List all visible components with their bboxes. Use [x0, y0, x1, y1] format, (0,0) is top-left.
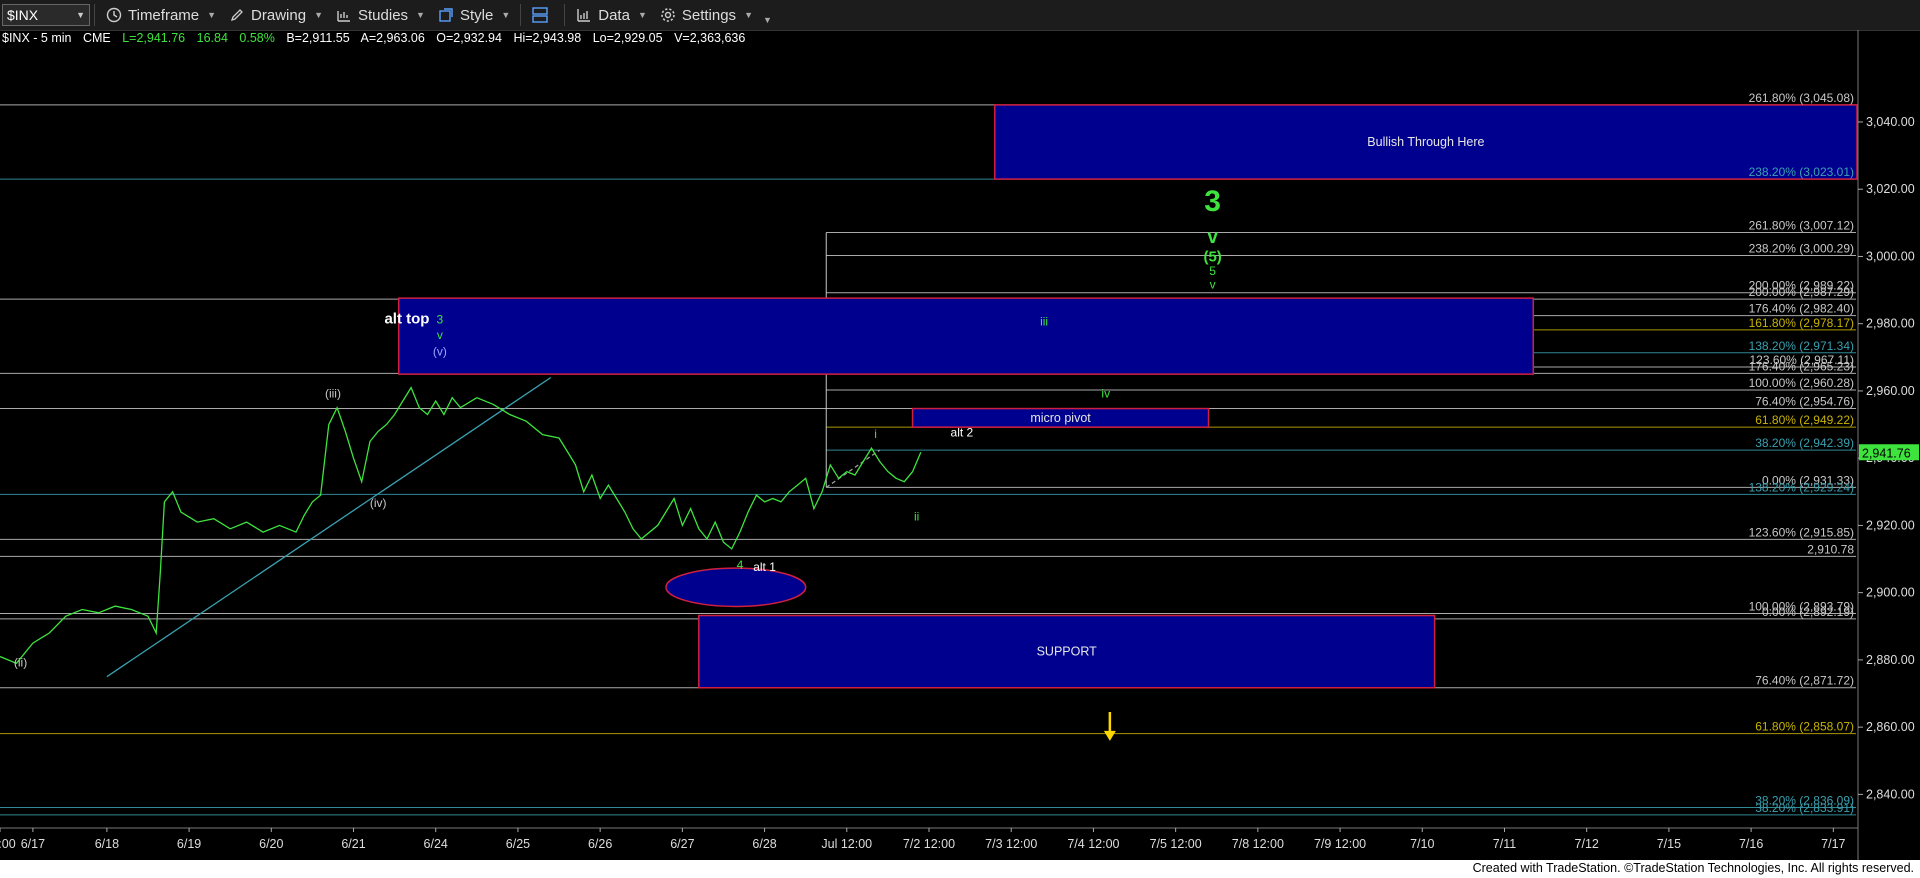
fib-level-label: 61.80% (2,858.07) [1755, 720, 1854, 734]
x-tick-label: 6/26 [588, 837, 612, 851]
target-zone [397, 297, 1535, 375]
wave-annotation: (5) [1203, 248, 1221, 265]
wave-annotation: 3 [1204, 185, 1221, 218]
x-tick-label: 7/10 [1410, 837, 1434, 851]
wave-annotation: v [1210, 277, 1216, 291]
fib-level-label: 76.40% (2,871.72) [1755, 674, 1854, 688]
y-tick-label: 3,000.00 [1866, 249, 1915, 263]
x-tick-label: 6/27 [670, 837, 694, 851]
fib-level-label: 176.40% (2,965.23) [1749, 359, 1854, 373]
zone-label: Bullish Through Here [1367, 135, 1484, 149]
zone-label: micro pivot [1030, 411, 1091, 425]
wave-annotation: i [874, 427, 877, 441]
x-tick-label: 6/18 [95, 837, 119, 851]
wave-annotation: iv [1101, 387, 1110, 401]
fib-level-label: 238.20% (3,023.01) [1749, 165, 1854, 179]
fib-level-label: 0.00% (2,892.19) [1762, 605, 1854, 619]
x-tick-label: 7/4 12:00 [1067, 837, 1119, 851]
x-tick-label: 6/17 [21, 837, 45, 851]
wave-annotation: 4 [737, 558, 744, 572]
wave-annotation: (iv) [370, 496, 387, 510]
x-tick-label: 6/25 [506, 837, 530, 851]
fib-level-label: 261.80% (3,045.08) [1749, 91, 1854, 105]
price-tag-label: 2,941.76 [1862, 446, 1911, 460]
wave-annotation: v [437, 328, 443, 342]
fib-level-label: 100.00% (2,960.28) [1749, 376, 1854, 390]
wave-annotation: 5 [1209, 264, 1216, 278]
y-tick-label: 2,900.00 [1866, 586, 1915, 600]
x-tick-label: 7/12 [1575, 837, 1599, 851]
y-tick-label: 2,840.00 [1866, 787, 1915, 801]
footer: Created with TradeStation. ©TradeStation… [0, 860, 1920, 878]
y-tick-label: 2,960.00 [1866, 384, 1915, 398]
fib-level-label: 238.20% (3,000.29) [1749, 241, 1854, 255]
zone-label: SUPPORT [1037, 645, 1098, 659]
x-tick-label: 7/16 [1739, 837, 1763, 851]
x-tick-label: 6/19 [177, 837, 201, 851]
fib-level-label: 2,910.78 [1807, 542, 1854, 556]
fib-level-label: 38.20% (2,942.39) [1755, 436, 1854, 450]
x-tick-label: 7/9 12:00 [1314, 837, 1366, 851]
x-tick-label: 7/2 12:00 [903, 837, 955, 851]
wave-annotation: 3 [436, 313, 443, 327]
fib-level-label: 200.00% (2,987.29) [1749, 285, 1854, 299]
x-tick-label: Jul 12:00 [821, 837, 872, 851]
fib-level-label: 123.60% (2,915.85) [1749, 525, 1854, 539]
fib-level-label: 61.80% (2,949.22) [1755, 413, 1854, 427]
y-tick-label: 3,040.00 [1866, 115, 1915, 129]
x-tick-label: 7/3 12:00 [985, 837, 1037, 851]
wave-annotation: (iii) [325, 387, 341, 401]
wave-4-ellipse [665, 567, 807, 608]
x-tick-label: 7/8 12:00 [1232, 837, 1284, 851]
wave-annotation: iii [1040, 314, 1048, 328]
wave-annotation: v [1207, 227, 1218, 248]
x-tick-label: 7/15 [1657, 837, 1681, 851]
fib-level-label: 76.40% (2,954.76) [1755, 395, 1854, 409]
fib-level-label: 261.80% (3,007.12) [1749, 219, 1854, 233]
wave-annotation: ii [914, 509, 919, 523]
x-tick-label: 6/21 [341, 837, 365, 851]
fib-level-label: 38.20% (2,833.91) [1755, 801, 1854, 815]
y-tick-label: 2,860.00 [1866, 720, 1915, 734]
fib-level-label: 138.20% (2,929.24) [1749, 480, 1854, 494]
y-tick-label: 2,880.00 [1866, 653, 1915, 667]
fib-level-label: 161.80% (2,978.17) [1749, 316, 1854, 330]
y-tick-label: 2,920.00 [1866, 518, 1915, 532]
x-tick-label: 7/17 [1821, 837, 1845, 851]
wave-annotation: (v) [433, 345, 447, 359]
x-tick-label: 6/20 [259, 837, 283, 851]
wave-annotation: alt 1 [753, 560, 776, 574]
x-tick-label: 6/24 [424, 837, 448, 851]
x-tick-label: 12:00 [0, 837, 16, 851]
wave-annotation: alt top [384, 311, 429, 328]
y-tick-label: 2,980.00 [1866, 317, 1915, 331]
fib-level-label: 138.20% (2,971.34) [1749, 339, 1854, 353]
x-tick-label: 7/11 [1493, 837, 1516, 851]
x-tick-label: 6/28 [752, 837, 776, 851]
wave-annotation: (ii) [14, 656, 27, 670]
wave-annotation: alt 2 [951, 425, 974, 439]
x-tick-label: 7/5 12:00 [1150, 837, 1202, 851]
copyright-text: Created with TradeStation. ©TradeStation… [1472, 861, 1914, 875]
y-tick-label: 3,020.00 [1866, 182, 1915, 196]
price-chart[interactable]: Bullish Through Here micro pivot SUPPORT 26… [0, 0, 1920, 860]
fib-level-label: 176.40% (2,982.40) [1749, 302, 1854, 316]
